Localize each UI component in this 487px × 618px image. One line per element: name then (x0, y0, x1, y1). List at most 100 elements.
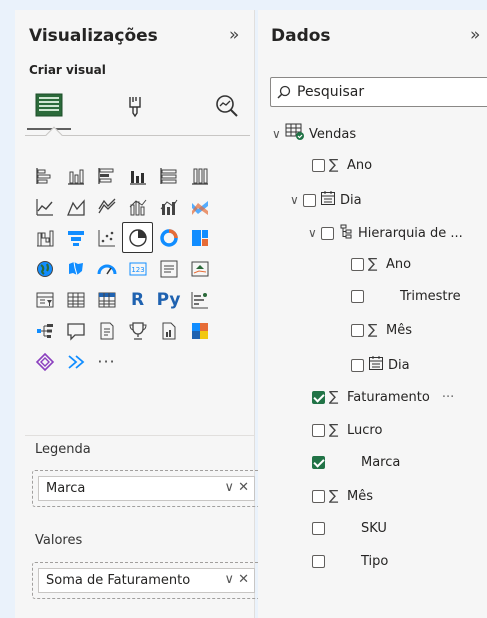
paginated-report-visual[interactable] (153, 315, 184, 346)
r-script-visual[interactable]: R (122, 284, 153, 315)
checkbox[interactable] (312, 522, 325, 535)
100-stacked-column-visual[interactable] (184, 160, 215, 191)
area-chart-icon (66, 198, 85, 216)
checkbox[interactable] (351, 290, 364, 303)
card-icon: 123 (129, 262, 146, 275)
multi-row-card-visual[interactable] (153, 253, 184, 284)
chip-actions[interactable]: ∨ ✕ (224, 572, 249, 587)
slicer-visual[interactable] (29, 284, 60, 315)
key-influencers-visual[interactable] (184, 284, 215, 315)
table-name: Vendas (309, 126, 357, 142)
checkbox-checked[interactable] (312, 456, 325, 469)
visual-gallery: 123 R Py ··· (29, 160, 251, 377)
search-input[interactable]: Pesquisar (270, 77, 487, 107)
search-icon (277, 85, 291, 99)
checkbox-checked[interactable] (312, 390, 325, 404)
table-node-vendas[interactable]: ∨ Vendas (272, 123, 356, 145)
trophy-icon (128, 321, 147, 340)
python-visual[interactable]: Py (153, 284, 184, 315)
analytics-mode-button[interactable] (205, 86, 249, 130)
field-label: Marca (361, 455, 401, 470)
line-chart-visual[interactable] (29, 191, 60, 222)
field-marca[interactable]: Marca (312, 455, 400, 470)
chevron-down-icon[interactable]: ∨ (308, 226, 321, 240)
line-stacked-column-visual[interactable] (153, 191, 184, 222)
checkbox[interactable] (312, 555, 325, 568)
stacked-bar-chart-visual[interactable] (29, 160, 60, 191)
goals-visual[interactable] (122, 315, 153, 346)
field-ano[interactable]: ∑ Ano (312, 157, 372, 173)
line-clustered-column-visual[interactable] (122, 191, 153, 222)
legend-well[interactable]: Marca ∨ ✕ (32, 470, 263, 507)
more-visuals-chevron[interactable] (60, 346, 91, 377)
checkbox[interactable] (312, 158, 325, 172)
search-placeholder: Pesquisar (297, 84, 365, 100)
power-automate-icon (35, 352, 54, 371)
multi-row-card-icon (160, 260, 177, 277)
collapse-data-button[interactable]: » (470, 25, 480, 45)
field-mes[interactable]: ∑ Mês (312, 488, 373, 504)
matrix-visual[interactable] (91, 284, 122, 315)
chevron-down-icon[interactable]: ∨ (290, 193, 303, 207)
field-hierarquia[interactable]: ∨ Hierarquia de ... (308, 223, 463, 243)
power-apps-visual[interactable] (184, 315, 215, 346)
build-visual-mode-button[interactable] (27, 86, 71, 130)
decomposition-tree-visual[interactable] (29, 315, 60, 346)
field-h-trimestre[interactable]: Trimestre (351, 289, 461, 304)
treemap-visual[interactable] (184, 222, 215, 253)
field-dia[interactable]: ∨ Dia (290, 190, 362, 210)
legend-field-chip[interactable]: Marca ∨ ✕ (38, 476, 255, 501)
chevron-down-icon[interactable]: ∨ (272, 127, 285, 141)
globe-map-icon (36, 260, 53, 277)
checkbox[interactable] (351, 323, 364, 337)
stacked-area-icon (97, 198, 115, 213)
power-automate-visual[interactable] (29, 346, 60, 377)
chip-actions[interactable]: ∨ ✕ (224, 480, 249, 495)
field-lucro[interactable]: ∑ Lucro (312, 422, 382, 438)
checkbox[interactable] (351, 358, 364, 372)
waterfall-chart-visual[interactable] (29, 222, 60, 253)
filled-map-visual[interactable] (60, 253, 91, 284)
stacked-column-chart-visual[interactable] (60, 160, 91, 191)
field-faturamento[interactable]: ∑ Faturamento ··· (312, 389, 454, 405)
stacked-area-chart-visual[interactable] (91, 191, 122, 222)
values-well[interactable]: Soma de Faturamento ∨ ✕ (32, 562, 263, 599)
clustered-column-chart-visual[interactable] (122, 160, 153, 191)
table-icon (67, 292, 84, 307)
checkbox[interactable] (351, 257, 364, 271)
funnel-chart-visual[interactable] (60, 222, 91, 253)
checkbox[interactable] (312, 489, 325, 503)
kpi-visual[interactable] (184, 253, 215, 284)
ribbon-chart-visual[interactable] (184, 191, 215, 222)
qa-visual[interactable] (60, 315, 91, 346)
area-chart-visual[interactable] (60, 191, 91, 222)
checkbox[interactable] (321, 226, 334, 240)
values-field-chip[interactable]: Soma de Faturamento ∨ ✕ (38, 568, 255, 593)
gauge-visual[interactable] (91, 253, 122, 284)
scatter-chart-visual[interactable] (91, 222, 122, 253)
clustered-bar-chart-visual[interactable] (91, 160, 122, 191)
checkbox[interactable] (312, 423, 325, 437)
format-visual-mode-button[interactable] (113, 86, 157, 130)
checkbox[interactable] (303, 193, 316, 207)
decomposition-tree-icon (36, 323, 53, 338)
field-tipo[interactable]: Tipo (312, 554, 388, 569)
field-h-mes[interactable]: ∑ Mês (351, 322, 412, 338)
line-chart-icon (35, 198, 53, 216)
field-h-dia[interactable]: Dia (351, 355, 410, 375)
field-sku[interactable]: SKU (312, 521, 387, 536)
field-label: Ano (347, 157, 373, 173)
collapse-visualizations-button[interactable]: » (229, 25, 239, 45)
speech-bubble-icon (66, 322, 85, 341)
table-visual[interactable] (60, 284, 91, 315)
more-options-icon[interactable]: ··· (442, 390, 454, 405)
pie-chart-visual[interactable] (122, 222, 153, 253)
data-pane: Dados » Pesquisar ∨ Vendas ∑ Ano ∨ Dia ∨ (258, 10, 487, 618)
donut-chart-visual[interactable] (153, 222, 184, 253)
field-h-ano[interactable]: ∑ Ano (351, 256, 411, 272)
get-more-visuals-button[interactable]: ··· (91, 346, 122, 377)
map-visual[interactable] (29, 253, 60, 284)
100-stacked-bar-visual[interactable] (153, 160, 184, 191)
smart-narrative-visual[interactable] (91, 315, 122, 346)
card-visual[interactable]: 123 (122, 253, 153, 284)
